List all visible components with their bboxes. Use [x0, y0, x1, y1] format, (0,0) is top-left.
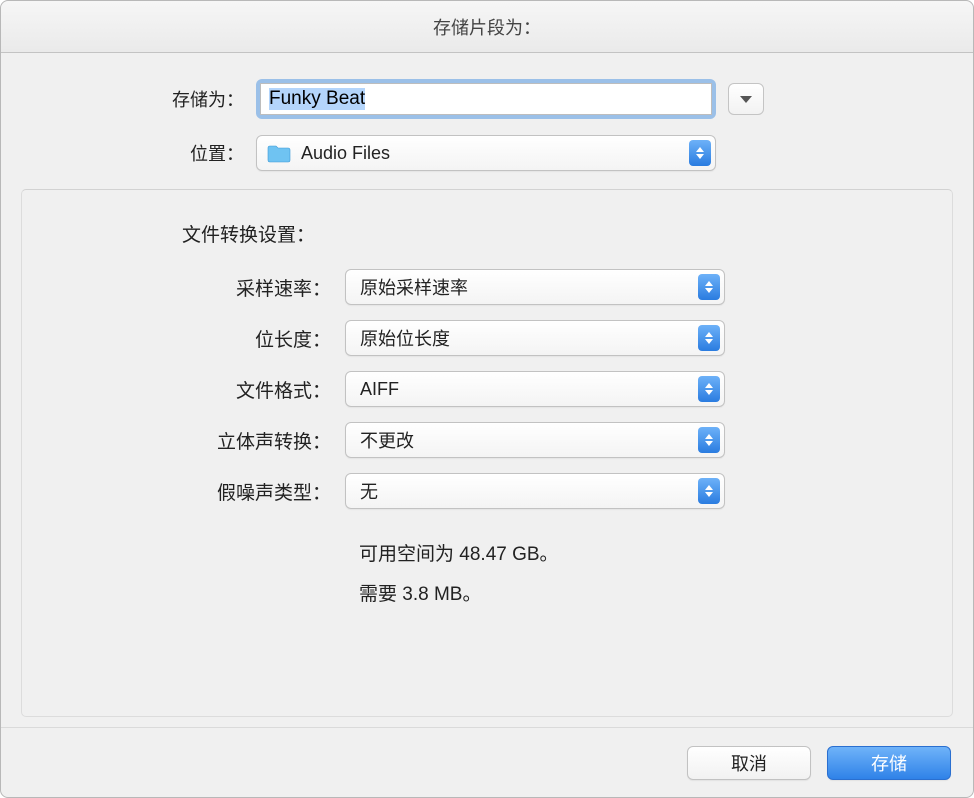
- disk-info: 可用空间为 48.47 GB。 需要 3.8 MB。: [359, 535, 922, 615]
- updown-icon: [698, 478, 720, 504]
- file-format-label: 文件格式：: [52, 376, 345, 403]
- dither-value: 无: [360, 478, 698, 504]
- cancel-button[interactable]: 取消: [687, 746, 811, 780]
- stereo-label: 立体声转换：: [52, 427, 345, 454]
- expand-button[interactable]: [728, 83, 764, 115]
- updown-icon: [698, 274, 720, 300]
- folder-icon: [267, 144, 291, 163]
- file-conversion-settings-panel: 文件转换设置： 采样速率： 原始采样速率 位长度： 原始位长度 文件格式： AI…: [21, 189, 953, 717]
- saveas-wrap: [256, 79, 764, 119]
- sample-rate-label: 采样速率：: [52, 274, 345, 301]
- stereo-value: 不更改: [360, 427, 698, 453]
- location-select[interactable]: Audio Files: [256, 135, 716, 171]
- dialog-titlebar: 存储片段为：: [1, 1, 973, 53]
- file-format-select[interactable]: AIFF: [345, 371, 725, 407]
- sample-rate-value: 原始采样速率: [360, 274, 698, 300]
- location-row: 位置： Audio Files: [41, 135, 933, 171]
- saveas-row: 存储为：: [41, 79, 933, 119]
- stereo-row: 立体声转换： 不更改: [52, 422, 922, 458]
- file-format-value: AIFF: [360, 379, 698, 400]
- save-top-area: 存储为： 位置： Audio Files: [1, 53, 973, 189]
- saveas-focus-ring: [256, 79, 716, 119]
- stereo-select[interactable]: 不更改: [345, 422, 725, 458]
- dialog-title: 存储片段为：: [433, 14, 541, 40]
- location-value: Audio Files: [301, 143, 689, 164]
- bit-depth-row: 位长度： 原始位长度: [52, 320, 922, 356]
- saveas-label: 存储为：: [41, 86, 256, 112]
- save-dialog: 存储片段为： 存储为： 位置： Audio Fil: [0, 0, 974, 798]
- bit-depth-label: 位长度：: [52, 325, 345, 352]
- chevron-down-icon: [740, 96, 752, 103]
- dither-select[interactable]: 无: [345, 473, 725, 509]
- sample-rate-row: 采样速率： 原始采样速率: [52, 269, 922, 305]
- sample-rate-select[interactable]: 原始采样速率: [345, 269, 725, 305]
- dither-row: 假噪声类型： 无: [52, 473, 922, 509]
- updown-icon: [689, 140, 711, 166]
- file-format-row: 文件格式： AIFF: [52, 371, 922, 407]
- updown-icon: [698, 325, 720, 351]
- saveas-input[interactable]: [260, 83, 712, 115]
- bit-depth-value: 原始位长度: [360, 325, 698, 351]
- dither-label: 假噪声类型：: [52, 478, 345, 505]
- updown-icon: [698, 376, 720, 402]
- required-space-text: 需要 3.8 MB。: [359, 575, 922, 615]
- available-space-text: 可用空间为 48.47 GB。: [359, 535, 922, 575]
- dialog-footer: 取消 存储: [1, 727, 973, 797]
- location-label: 位置：: [41, 140, 256, 166]
- updown-icon: [698, 427, 720, 453]
- save-button[interactable]: 存储: [827, 746, 951, 780]
- bit-depth-select[interactable]: 原始位长度: [345, 320, 725, 356]
- settings-section-title: 文件转换设置：: [182, 220, 922, 247]
